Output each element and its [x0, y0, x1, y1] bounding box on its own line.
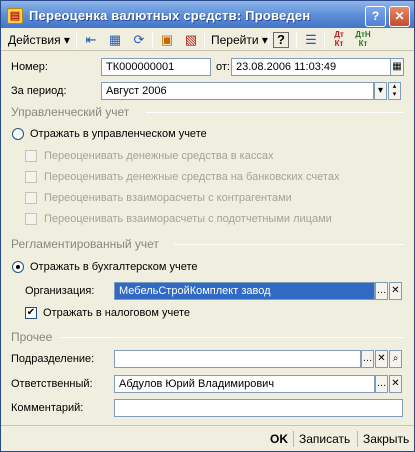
document-window: ▤ Переоценка валютных средств: Проведен …: [0, 0, 415, 452]
organization-label: Организация:: [25, 285, 95, 297]
toolbar-separator: [76, 31, 77, 49]
section-divider: [146, 112, 404, 113]
date-from-label: от:: [216, 61, 230, 73]
number-label: Номер:: [11, 61, 48, 73]
clear-responsible-icon[interactable]: ✕: [389, 375, 402, 393]
period-label: За период:: [11, 85, 67, 97]
division-label: Подразделение:: [11, 353, 95, 365]
clear-organization-icon[interactable]: ✕: [389, 282, 402, 300]
help-icon[interactable]: ?: [273, 32, 289, 48]
document-app-icon: ▤: [7, 8, 23, 24]
calendar-icon[interactable]: ▦: [390, 58, 404, 76]
title-bar[interactable]: ▤ Переоценка валютных средств: Проведен …: [1, 1, 414, 31]
unpost-document-icon[interactable]: ▧: [181, 30, 201, 50]
number-field[interactable]: ТК000000001: [101, 58, 211, 76]
close-window-button[interactable]: ✕: [389, 6, 410, 27]
help-button[interactable]: ?: [365, 6, 386, 27]
select-division-icon[interactable]: …: [361, 350, 374, 368]
checkmark-icon: ✔: [26, 307, 36, 318]
period-field[interactable]: Август 2006: [101, 82, 374, 100]
close-button[interactable]: Закрыть: [363, 429, 409, 449]
document-structure-icon[interactable]: ▦: [105, 30, 125, 50]
search-icon[interactable]: ⌕: [389, 350, 402, 368]
date-field[interactable]: 23.08.2006 11:03:49: [231, 58, 391, 76]
refresh-icon[interactable]: ⟳: [129, 30, 149, 50]
goto-menu[interactable]: Перейти ▾: [208, 31, 271, 49]
post-document-icon[interactable]: ▣: [157, 30, 177, 50]
regulated-reflect-label: Отражать в бухгалтерском учете: [30, 261, 198, 273]
select-responsible-icon[interactable]: …: [375, 375, 388, 393]
toolbar-separator: [296, 31, 297, 49]
arrow-left-icon[interactable]: ⇤: [81, 30, 101, 50]
toolbar-separator: [204, 31, 205, 49]
mgmt-option-label: Переоценивать денежные средства в кассах: [44, 150, 274, 162]
section-divider: [174, 244, 404, 245]
goto-menu-label: Перейти: [211, 33, 259, 47]
mgmt-option-checkbox[interactable]: [25, 213, 37, 225]
mgmt-option-checkbox[interactable]: [25, 192, 37, 204]
mgmt-section-title: Управленческий учет: [11, 105, 130, 119]
button-separator: [357, 431, 358, 447]
period-spinner-icon[interactable]: ▴ ▾: [388, 82, 401, 100]
tax-reflect-label: Отражать в налоговом учете: [43, 307, 191, 319]
select-organization-icon[interactable]: …: [375, 282, 388, 300]
dt-kt-icon[interactable]: Дт Кт: [329, 30, 349, 50]
bottom-button-bar: OK Записать Закрыть: [1, 425, 414, 451]
section-divider: [61, 337, 404, 338]
mgmt-option-checkbox[interactable]: [25, 150, 37, 162]
organization-field[interactable]: МебельСтройКомплект завод: [114, 282, 375, 300]
window-title: Переоценка валютных средств: Проведен: [29, 8, 311, 23]
dropdown-arrow-icon: ▾: [63, 33, 70, 47]
division-field[interactable]: [114, 350, 361, 368]
mgmt-reflect-radio[interactable]: [12, 128, 24, 140]
clear-division-icon[interactable]: ✕: [375, 350, 388, 368]
responsible-field[interactable]: Абдулов Юрий Владимирович: [114, 375, 375, 393]
toolbar-separator: [324, 31, 325, 49]
mgmt-option-checkbox[interactable]: [25, 171, 37, 183]
comment-field[interactable]: [114, 399, 403, 417]
toolbar-separator: [152, 31, 153, 49]
save-button[interactable]: Записать: [299, 429, 350, 449]
mgmt-option-label: Переоценивать взаиморасчеты с подотчетны…: [44, 213, 332, 225]
toolbar-separator: [268, 31, 269, 49]
ok-button[interactable]: OK: [270, 429, 288, 449]
regulated-reflect-radio[interactable]: [12, 261, 24, 273]
comment-label: Комментарий:: [11, 402, 84, 414]
mgmt-reflect-label: Отражать в управленческом учете: [30, 128, 207, 140]
mgmt-option-label: Переоценивать денежные средства на банко…: [44, 171, 340, 183]
toolbar: Действия ▾ ⇤ ▦ ⟳ ▣ ▧ Перейти ▾ ? ☰ Дт Кт …: [1, 28, 414, 51]
other-section-title: Прочее: [11, 330, 53, 344]
list-settings-icon[interactable]: ☰: [301, 30, 321, 50]
tax-reflect-checkbox[interactable]: ✔: [25, 307, 37, 319]
regulated-section-title: Регламентированный учет: [11, 237, 159, 251]
actions-menu[interactable]: Действия ▾: [5, 31, 73, 49]
mgmt-option-label: Переоценивать взаиморасчеты с контрагент…: [44, 192, 292, 204]
dt-kt-n-icon[interactable]: ДтН Кт: [353, 30, 373, 50]
period-dropdown-icon[interactable]: ▾: [374, 82, 387, 100]
actions-menu-label: Действия: [8, 33, 61, 47]
responsible-label: Ответственный:: [11, 378, 93, 390]
button-separator: [293, 431, 294, 447]
